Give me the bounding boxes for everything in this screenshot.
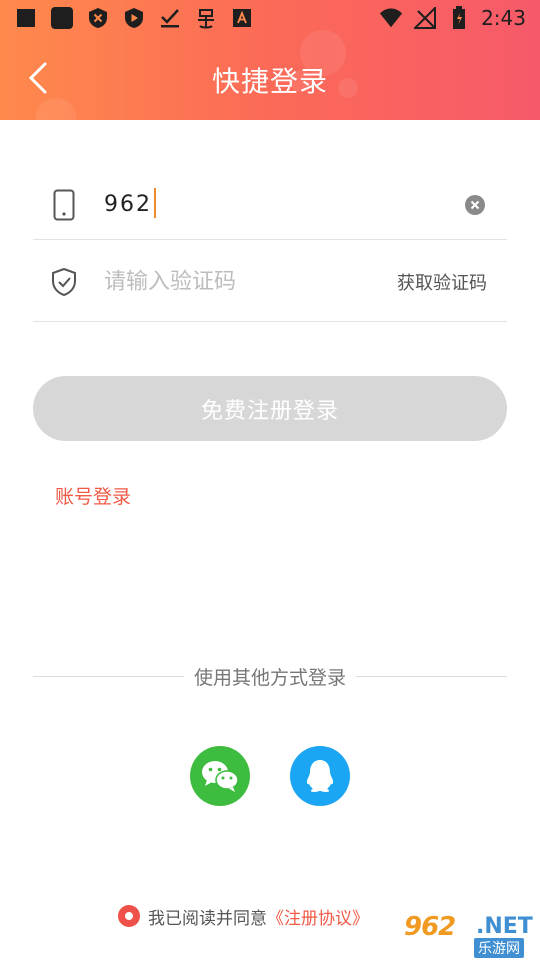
watermark-domain: .NET bbox=[476, 914, 533, 939]
get-code-button[interactable]: 获取验证码 bbox=[397, 269, 487, 295]
qq-icon bbox=[306, 760, 334, 792]
square-icon bbox=[14, 6, 38, 30]
agreement-link[interactable]: 《注册协议》 bbox=[267, 904, 369, 929]
battery-icon bbox=[447, 6, 471, 30]
phone-value: 962 bbox=[104, 191, 152, 217]
text-caret bbox=[154, 187, 156, 218]
radio-dot bbox=[125, 912, 133, 920]
wifi-icon bbox=[379, 6, 403, 30]
status-left-icons bbox=[14, 6, 254, 30]
clear-button[interactable] bbox=[465, 194, 485, 215]
other-login-divider: 使用其他方式登录 bbox=[33, 662, 508, 690]
watermark-brand: 962 bbox=[404, 912, 456, 942]
play-shield-icon bbox=[122, 6, 146, 30]
agreement-radio[interactable] bbox=[118, 905, 140, 927]
code-input[interactable] bbox=[104, 269, 364, 295]
download-check-icon bbox=[158, 6, 182, 30]
wechat-login-button[interactable] bbox=[190, 746, 250, 806]
divider-line bbox=[33, 675, 184, 677]
bug-icon bbox=[194, 6, 218, 30]
title-bar: 快捷登录 bbox=[0, 36, 540, 120]
watermark: 962 .NET 乐游网 bbox=[400, 910, 536, 958]
header: 2:43 快捷登录 bbox=[0, 0, 540, 120]
phone-icon bbox=[51, 189, 77, 221]
qq-login-button[interactable] bbox=[290, 746, 350, 806]
wechat-icon bbox=[202, 761, 239, 792]
agreement-row: 我已阅读并同意 《注册协议》 bbox=[118, 903, 369, 929]
account-login-link[interactable]: 账号登录 bbox=[55, 482, 131, 509]
code-field[interactable]: 获取验证码 bbox=[33, 243, 507, 322]
other-login-label: 使用其他方式登录 bbox=[194, 666, 347, 689]
shield-check-icon bbox=[51, 266, 77, 298]
close-icon bbox=[470, 200, 480, 209]
watermark-sub: 乐游网 bbox=[474, 938, 524, 958]
page-title: 快捷登录 bbox=[211, 65, 328, 98]
status-bar: 2:43 bbox=[0, 0, 540, 36]
no-signal-icon bbox=[413, 6, 437, 30]
register-login-button[interactable]: 免费注册登录 bbox=[33, 376, 507, 441]
phone-input[interactable]: 962 bbox=[104, 187, 156, 220]
letter-a-icon bbox=[230, 6, 254, 30]
status-time: 2:43 bbox=[481, 6, 526, 30]
agreement-text: 我已阅读并同意 bbox=[148, 908, 267, 929]
status-right-icons: 2:43 bbox=[379, 6, 526, 30]
rounded-square-icon bbox=[50, 6, 74, 30]
phone-field[interactable]: 962 bbox=[33, 170, 507, 240]
divider-line bbox=[356, 675, 508, 677]
shield-x-icon bbox=[86, 6, 110, 30]
